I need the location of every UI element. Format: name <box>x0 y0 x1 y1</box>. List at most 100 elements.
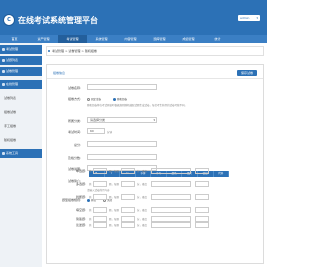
wrench-icon <box>2 152 5 155</box>
app-title: 在线考试系统管理平台 <box>18 16 98 25</box>
rule-row: 单选题: 共 题，每题 分，难度 <box>62 168 257 174</box>
rule-score-prefix: 题，每题 <box>109 209 120 212</box>
chevron-down-icon: ▾ <box>153 118 155 122</box>
category-select[interactable]: 请选择分类 ▾ <box>87 117 157 123</box>
total-score-input[interactable] <box>87 141 157 147</box>
rule-label: 多选题: <box>75 182 86 186</box>
rule-count-prefix: 共 <box>89 170 92 173</box>
rule-difficulty-prefix: 分，难度 <box>137 196 148 199</box>
rule-difficulty-prefix: 分，难度 <box>137 224 148 227</box>
rule-difficulty-prefix: 分，难度 <box>137 218 148 221</box>
rule-extra-input[interactable] <box>195 181 209 187</box>
document-icon <box>2 70 5 73</box>
rule-score-prefix: 题，每题 <box>109 218 120 221</box>
rule-score-input[interactable] <box>121 194 135 200</box>
user-menu-button[interactable]: admin ▾ <box>238 15 260 21</box>
pass-score-input[interactable] <box>87 154 157 160</box>
radio-fixed[interactable] <box>87 97 90 101</box>
rule-row: 填空题: 共 题，每题 分，难度 <box>62 207 257 213</box>
top-navigation: 首页 资产管理 考试管理 系统管理 内容管理 题库管理 成绩管理 统计 <box>0 35 267 43</box>
rule-count-input[interactable] <box>93 194 107 200</box>
main-content: 考试管理 > 试卷管理 > 随机组卷 组卷信息 保存试卷 试卷名称: 组卷方式:… <box>42 43 267 267</box>
paper-name-input[interactable] <box>87 84 157 90</box>
sidebar-sub-paper-list[interactable]: 试卷列表 <box>0 93 42 103</box>
rule-count-prefix: 共 <box>89 196 92 199</box>
rule-difficulty-select[interactable] <box>151 181 191 187</box>
topnav-assets[interactable]: 资产管理 <box>29 35 58 43</box>
rule-label: 论述题: <box>75 223 86 227</box>
rule-score-prefix: 题，每题 <box>109 170 120 173</box>
category-label: 所属分类: <box>67 119 81 123</box>
rule-score-prefix: 题，每题 <box>109 183 120 186</box>
rule-extra-input[interactable] <box>195 207 209 213</box>
sidebar: 考试管理 试题列表 试卷管理 在线管理 试卷列表 组卷试卷 手工组卷 随机组卷 … <box>0 43 42 267</box>
rule-score-prefix: 题，每题 <box>109 224 120 227</box>
app-logo: C <box>3 14 15 26</box>
save-button[interactable]: 保存试卷 <box>237 70 257 76</box>
type-hint: 随机组卷将在考试开始时根据规则随机抽取试题生成试卷，每位考生获得的试卷可能不同。 <box>87 104 188 107</box>
rule-difficulty-select[interactable] <box>151 194 191 200</box>
rule-extra-input[interactable] <box>195 222 209 228</box>
editor-hint: 请输入试卷简介内容 <box>87 189 110 192</box>
rule-count-prefix: 共 <box>89 224 92 227</box>
total-score-label: 总分: <box>73 143 81 147</box>
time-input[interactable]: 60 <box>87 128 105 134</box>
sidebar-item-questions[interactable]: 试题列表 <box>0 56 42 65</box>
topnav-system[interactable]: 系统管理 <box>87 35 116 43</box>
sidebar-item-papers[interactable]: 试卷管理 <box>0 67 42 76</box>
rule-extra-input[interactable] <box>195 168 209 174</box>
topnav-bank[interactable]: 题库管理 <box>145 35 174 43</box>
monitor-icon <box>2 83 5 86</box>
rule-difficulty-prefix: 分，难度 <box>137 170 148 173</box>
header-bar: C 在线考试系统管理平台 admin ▾ <box>0 0 267 35</box>
sidebar-item-tools[interactable]: 系统工具 <box>0 149 42 158</box>
radio-random[interactable] <box>113 97 116 101</box>
breadcrumb: 考试管理 > 试卷管理 > 随机组卷 <box>46 46 264 56</box>
time-unit: 分钟 <box>107 131 113 134</box>
panel-title: 组卷信息 <box>53 71 66 75</box>
paper-name-label: 试卷名称: <box>67 86 81 90</box>
topnav-scores[interactable]: 成绩管理 <box>174 35 203 43</box>
rule-label: 简答题: <box>75 217 86 221</box>
sidebar-sub-manual[interactable]: 手工组卷 <box>0 121 42 131</box>
rule-difficulty-prefix: 分，难度 <box>137 209 148 212</box>
sidebar-sub-compose[interactable]: 组卷试卷 <box>0 107 42 117</box>
sidebar-item-exam[interactable]: 考试管理 <box>0 45 42 54</box>
rule-label: 填空题: <box>75 208 86 212</box>
rule-difficulty-select[interactable] <box>151 168 191 174</box>
rule-label: 判断题: <box>75 195 86 199</box>
rule-count-input[interactable] <box>93 168 107 174</box>
user-name: admin <box>240 16 250 20</box>
rule-count-input[interactable] <box>93 207 107 213</box>
topnav-stats[interactable]: 统计 <box>203 35 232 43</box>
rule-count-prefix: 共 <box>89 209 92 212</box>
rule-row: 多选题: 共 题，每题 分，难度 <box>62 181 257 187</box>
rule-score-input[interactable] <box>121 207 135 213</box>
rule-extra-input[interactable] <box>195 194 209 200</box>
rule-score-input[interactable] <box>121 168 135 174</box>
sidebar-item-online[interactable]: 在线管理 <box>0 80 42 89</box>
pass-score-label: 及格分数: <box>67 156 81 160</box>
divider <box>47 78 263 79</box>
rule-row: 论述题: 共 题，每题 分，难度 <box>62 222 257 228</box>
rule-score-input[interactable] <box>121 222 135 228</box>
rule-label: 单选题: <box>75 169 86 173</box>
chevron-down-icon: ▾ <box>256 16 258 20</box>
topnav-exams[interactable]: 考试管理 <box>58 35 87 43</box>
rule-count-prefix: 共 <box>89 183 92 186</box>
rule-count-input[interactable] <box>93 222 107 228</box>
topnav-home[interactable]: 首页 <box>0 35 29 43</box>
sidebar-sub-random[interactable]: 随机组卷 <box>0 135 42 145</box>
type-option-fixed[interactable]: 固定试卷 <box>87 97 101 101</box>
rule-count-input[interactable] <box>93 181 107 187</box>
time-label: 考试时间: <box>67 130 81 134</box>
rule-score-input[interactable] <box>121 181 135 187</box>
compose-panel: 组卷信息 保存试卷 试卷名称: 组卷方式: 固定试卷 随机组卷 随机组卷将在考试… <box>46 64 264 264</box>
rule-difficulty-select[interactable] <box>151 207 191 213</box>
type-option-random[interactable]: 随机组卷 <box>113 97 127 101</box>
rule-difficulty-select[interactable] <box>151 222 191 228</box>
rule-difficulty-prefix: 分，难度 <box>137 183 148 186</box>
folder-icon <box>2 48 5 51</box>
topnav-content[interactable]: 内容管理 <box>116 35 145 43</box>
home-icon <box>48 50 50 52</box>
